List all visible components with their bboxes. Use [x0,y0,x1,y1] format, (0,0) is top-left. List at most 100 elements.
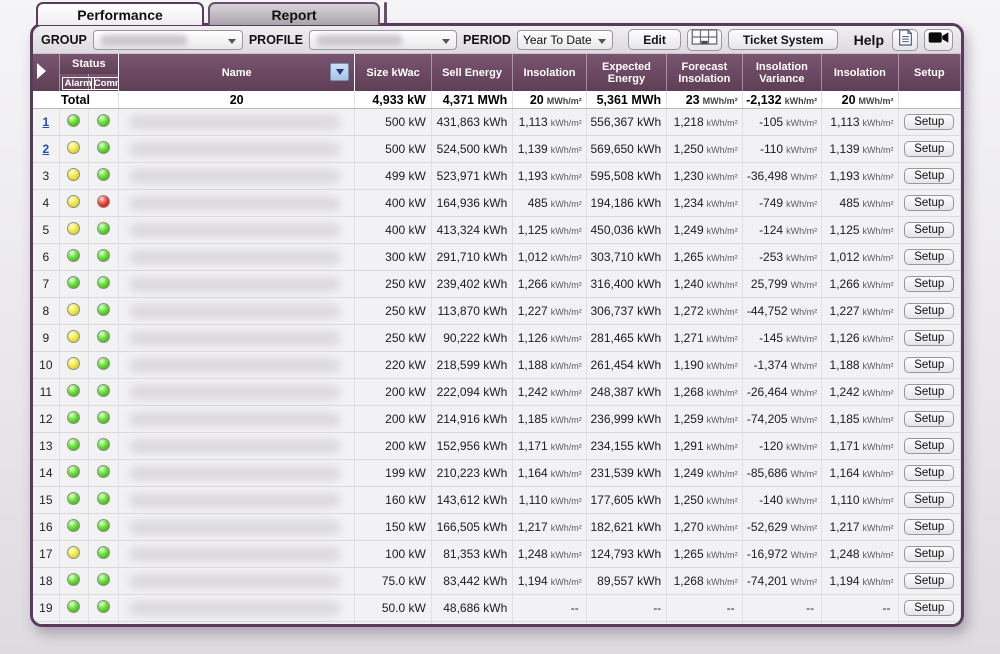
site-number: 17 [39,547,52,561]
expected-energy-cell: 89,557 kWh [586,568,666,595]
size-kwac-cell: 30.0 kW [355,622,431,628]
table-row: 4 400 kW 164,936 kWh 485kWh/m² 194,186 k… [33,190,961,217]
setup-button[interactable]: Setup [904,168,954,184]
setup-button[interactable]: Setup [904,573,954,589]
table-row: 17 100 kW 81,353 kWh 1,248kWh/m² 124,793… [33,541,961,568]
chevron-down-icon [598,39,606,44]
tab-report[interactable]: Report [208,2,380,25]
header-alarm-label: Alarm [62,77,95,90]
name-sort-button[interactable] [330,63,349,81]
comm-status-led [97,168,110,181]
forecast-insolation-cell: 1,230kWh/m² [667,163,742,190]
sell-energy-cell: 48,686 kWh [431,595,512,622]
expected-energy-cell: 569,650 kWh [586,136,666,163]
comm-status-led [97,492,110,505]
site-name-redacted [129,439,340,454]
insolation-variance-cell: -44,752Wh/m² [742,298,821,325]
sell-energy-cell: 431,863 kWh [431,109,512,136]
setup-button[interactable]: Setup [904,411,954,427]
chevron-down-icon [228,39,236,44]
total-size: 4,933 kW [355,91,431,109]
help-document-button[interactable] [892,29,918,51]
insolation-variance-cell: -52,629Wh/m² [742,514,821,541]
comm-status-led [97,438,110,451]
setup-button[interactable]: Setup [904,303,954,319]
size-kwac-cell: 499 kW [355,163,431,190]
setup-button[interactable]: Setup [904,195,954,211]
group-select[interactable] [93,30,243,50]
site-number: 4 [42,196,49,210]
insolation-variance-cell: -74,205Wh/m² [742,406,821,433]
sell-energy-cell: 34,656 kWh [431,622,512,628]
insolation-variance-cell: -26,464Wh/m² [742,379,821,406]
setup-button[interactable]: Setup [904,222,954,238]
table-row: 5 400 kW 413,324 kWh 1,125kWh/m² 450,036… [33,217,961,244]
tab-performance[interactable]: Performance [36,2,204,25]
setup-button[interactable]: Setup [904,465,954,481]
insolation-2-cell: 1,171kWh/m² [822,433,898,460]
site-number: 10 [39,358,52,372]
alarm-status-led [67,600,80,613]
layout-grid-icon [691,29,718,50]
forecast-insolation-cell: 1,250kWh/m² [667,487,742,514]
tab-bar: Performance Report [36,2,387,25]
comm-status-led [97,357,110,370]
video-help-button[interactable] [924,29,953,51]
site-number: 14 [39,466,52,480]
layout-grid-button[interactable] [687,29,722,51]
site-number: 7 [42,277,49,291]
insolation-2-cell: 1,188kWh/m² [822,352,898,379]
expected-energy-cell: -- [586,622,666,628]
setup-button[interactable]: Setup [904,141,954,157]
profile-label: PROFILE [249,33,303,47]
setup-button[interactable]: Setup [904,600,954,616]
site-number: 9 [42,331,49,345]
site-name-redacted [129,331,340,346]
header-expected-energy: Expected Energy [586,54,666,91]
setup-button[interactable]: Setup [904,276,954,292]
insolation-cell: 1,248kWh/m² [513,541,586,568]
header-row-selector [33,54,59,91]
site-number: 8 [42,304,49,318]
ticket-system-button[interactable]: Ticket System [728,29,839,50]
setup-button[interactable]: Setup [904,384,954,400]
header-setup: Setup [898,54,960,91]
edit-button[interactable]: Edit [628,29,681,50]
header-name: Name [118,54,354,91]
setup-button[interactable]: Setup [904,519,954,535]
profile-select[interactable] [309,30,457,50]
sell-energy-cell: 218,599 kWh [431,352,512,379]
group-label: GROUP [41,33,87,47]
site-number[interactable]: 2 [42,142,49,156]
site-number[interactable]: 1 [42,115,49,129]
setup-button[interactable]: Setup [904,249,954,265]
header-name-label: Name [222,67,252,79]
setup-button[interactable]: Setup [904,438,954,454]
table-row: 13 200 kW 152,956 kWh 1,171kWh/m² 234,15… [33,433,961,460]
setup-button[interactable]: Setup [904,492,954,508]
sell-energy-cell: 81,353 kWh [431,541,512,568]
period-select[interactable]: Year To Date [517,30,613,50]
alarm-status-led [67,141,80,154]
insolation-variance-cell: -16,972Wh/m² [742,541,821,568]
table-row: 3 499 kW 523,971 kWh 1,193kWh/m² 595,508… [33,163,961,190]
insolation-2-cell: 1,227kWh/m² [822,298,898,325]
forecast-insolation-cell: 1,272kWh/m² [667,298,742,325]
alarm-status-led [67,276,80,289]
setup-button[interactable]: Setup [904,357,954,373]
setup-button[interactable]: Setup [904,330,954,346]
size-kwac-cell: 200 kW [355,406,431,433]
insolation-2-cell: 1,126kWh/m² [822,325,898,352]
insolation-variance-cell: -140kWh/m² [742,487,821,514]
setup-button[interactable]: Setup [904,114,954,130]
forecast-insolation-cell: 1,265kWh/m² [667,244,742,271]
setup-button[interactable]: Setup [904,546,954,562]
size-kwac-cell: 500 kW [355,136,431,163]
alarm-status-led [67,249,80,262]
table-row: 20 30.0 kW 34,656 kWh -- -- -- -- -- Set… [33,622,961,628]
document-icon [898,29,913,51]
insolation-variance-cell: -36,498Wh/m² [742,163,821,190]
site-name-redacted [129,520,340,535]
insolation-cell: 1,227kWh/m² [513,298,586,325]
insolation-2-cell: 1,164kWh/m² [822,460,898,487]
